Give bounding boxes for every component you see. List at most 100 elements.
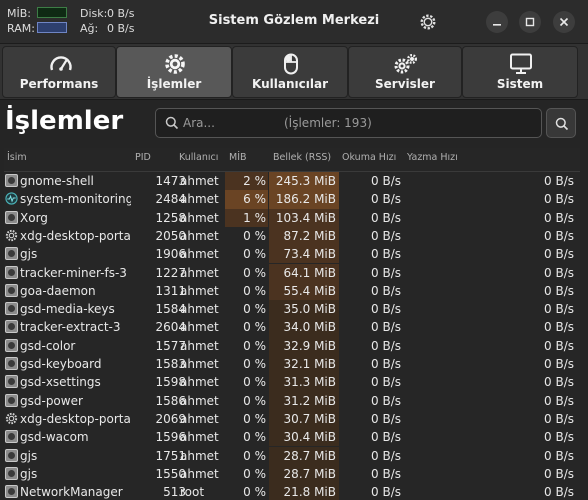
process-memory: 32.1 MiB: [269, 355, 339, 374]
table-row[interactable]: gsd-color 1577 ahmet 0 % 32.9 MiB 0 B/s 0 B/s: [4, 336, 580, 355]
close-button[interactable]: [553, 11, 575, 33]
process-icon: [5, 393, 18, 407]
process-name: gsd-media-keys: [20, 302, 115, 317]
process-pid: 2050: [155, 228, 186, 243]
column-header-write-speed[interactable]: Yazma Hızı: [407, 152, 458, 163]
process-write-speed: 0 B/s: [544, 320, 574, 335]
process-cpu: 1 %: [225, 208, 268, 227]
table-row[interactable]: system-monitoring-c 2484ahmet 6 %186.2 MiB…: [4, 190, 580, 209]
cpu-mini-label: MİB:: [7, 7, 31, 20]
process-icon: [5, 283, 18, 297]
process-pid: 1258: [155, 210, 186, 225]
column-header-read-speed[interactable]: Okuma Hızı: [342, 152, 396, 163]
tab-servisler[interactable]: Servisler: [348, 46, 462, 98]
process-user: ahmet: [180, 192, 219, 207]
process-icon: [5, 320, 18, 334]
process-user: ahmet: [180, 228, 219, 243]
table-row[interactable]: gsd-power 1586 ahmet 0 % 31.2 MiB 0 B/s 0 B/s: [4, 391, 580, 410]
process-cpu: 0 %: [243, 375, 266, 390]
search-icon: [555, 117, 569, 131]
process-pid: 1583: [155, 357, 186, 371]
column-header-cpu[interactable]: MİB: [229, 152, 247, 163]
process-icon: [5, 210, 18, 224]
process-cpu: 0 %: [243, 283, 266, 298]
process-read-speed: 0 B/s: [371, 210, 401, 225]
process-user: ahmet: [180, 411, 219, 426]
process-user: ahmet: [180, 265, 219, 280]
table-row[interactable]: tracker-extract-3 2604 ahmet 0 % 34.0 MiB 0 B…: [4, 318, 580, 337]
process-write-speed: 0 B/s: [544, 228, 574, 243]
process-user: ahmet: [180, 430, 219, 445]
search-button[interactable]: [546, 108, 576, 138]
process-memory: 73.4 MiB: [269, 245, 339, 264]
table-row[interactable]: xdg-desktop-portal- 2069 ahmet 0 % 30.7 MiB 0…: [4, 409, 580, 429]
tab-kullanicilar[interactable]: Kullanıcılar: [232, 46, 348, 98]
process-memory: 35.0 MiB: [269, 300, 339, 319]
tab-label: Performans: [19, 77, 99, 91]
table-row[interactable]: tracker-miner-fs-3 1227 ahmet 0 % 64.1 MiB 0 …: [4, 263, 580, 282]
network-mini-label: Ağ:: [80, 22, 99, 35]
process-pid: 1550: [155, 466, 186, 481]
process-write-speed: 0 B/s: [544, 466, 574, 481]
disk-mini-label: Disk:: [80, 7, 108, 20]
tab-performans[interactable]: Performans: [2, 46, 116, 98]
table-row[interactable]: Xorg 1258 ahmet 1 % 103.4 MiB 0 B/s 0 B/s: [4, 208, 580, 227]
table-row[interactable]: NetworkManager 513 root 0 % 21.8 MiB 0 B/s 0 B…: [4, 483, 580, 500]
process-icon: [5, 448, 18, 462]
process-cpu: 0 %: [243, 338, 266, 353]
column-header-user[interactable]: Kullanıcı: [179, 152, 218, 163]
mouse-icon: [284, 53, 298, 75]
process-read-speed: 0 B/s: [371, 393, 401, 408]
tab-label: Servisler: [375, 77, 435, 91]
process-cpu: 0 %: [243, 320, 266, 335]
settings-gear-icon[interactable]: [419, 13, 437, 31]
column-header-memory[interactable]: Bellek (RSS): [273, 152, 331, 163]
process-memory: 30.7 MiB: [269, 409, 339, 429]
process-user: ahmet: [180, 357, 219, 371]
column-header-pid[interactable]: PID: [135, 152, 151, 163]
column-header-name[interactable]: İsim: [7, 152, 27, 163]
tab-islemler[interactable]: İşlemler: [116, 46, 232, 98]
maximize-button[interactable]: [519, 11, 541, 33]
network-mini-value: 0 B/s: [107, 22, 135, 35]
process-icon: [5, 485, 18, 499]
table-row[interactable]: gjs 1906 ahmet 0 % 73.4 MiB 0 B/s 0 B/s: [4, 245, 580, 264]
process-pid: 1227: [155, 265, 186, 280]
process-read-speed: 0 B/s: [371, 430, 401, 445]
process-read-speed: 0 B/s: [371, 338, 401, 353]
process-cpu: 0 %: [243, 466, 266, 481]
process-pid: 1473: [155, 174, 186, 188]
process-read-speed: 0 B/s: [371, 228, 401, 243]
tab-bar: Performans İşlemler Kullanıcılar Servisl…: [0, 44, 588, 100]
process-cpu: 0 %: [243, 228, 266, 243]
search-input[interactable]: Ara... (İşlemler: 193): [155, 108, 542, 138]
table-row[interactable]: gjs 1751 ahmet 0 % 28.7 MiB 0 B/s 0 B/s: [4, 446, 580, 465]
table-row[interactable]: goa-daemon 1311 ahmet 0 % 55.4 MiB 0 B/s 0 B/s: [4, 281, 580, 301]
process-write-speed: 0 B/s: [544, 393, 574, 408]
table-row[interactable]: gsd-xsettings 1598 ahmet 0 % 31.3 MiB 0 B/s 0 …: [4, 373, 580, 392]
process-memory: 55.4 MiB: [269, 281, 339, 301]
table-row[interactable]: gsd-wacom 1596 ahmet 0 % 30.4 MiB 0 B/s 0 B/s: [4, 428, 580, 447]
table-row[interactable]: gnome-shell 1473 ahmet 2 % 245.3 MiB 0 B/s 0 B…: [4, 172, 580, 191]
process-memory: 21.8 MiB: [269, 483, 339, 500]
table-row[interactable]: gjs 1550 ahmet 0 % 28.7 MiB 0 B/s 0 B/s: [4, 464, 580, 484]
minimize-button[interactable]: [486, 11, 508, 33]
process-name: system-monitoring-c: [20, 192, 131, 207]
tab-sistem[interactable]: Sistem: [462, 46, 578, 98]
process-icon: [5, 430, 18, 444]
table-row[interactable]: xdg-desktop-portal- 2050 ahmet 0 % 87.2 MiB 0…: [4, 226, 580, 246]
process-cpu: 0 %: [243, 430, 266, 445]
process-name: gjs: [20, 247, 38, 262]
table-row[interactable]: gsd-media-keys 1584 ahmet 0 % 35.0 MiB 0 B/s 0…: [4, 300, 580, 319]
process-pid: 513: [163, 485, 186, 500]
process-memory: 103.4 MiB: [269, 208, 339, 227]
process-name: NetworkManager: [20, 485, 123, 500]
process-write-speed: 0 B/s: [544, 265, 574, 280]
process-user: ahmet: [180, 302, 219, 317]
process-icon: [5, 375, 18, 389]
process-user: ahmet: [180, 283, 219, 298]
process-write-speed: 0 B/s: [544, 357, 574, 371]
process-memory: 28.7 MiB: [269, 446, 339, 465]
activity-monitor-icon: [5, 192, 18, 205]
table-row[interactable]: gsd-keyboard 1583 ahmet 0 % 32.1 MiB 0 B/s 0 B…: [4, 355, 580, 374]
